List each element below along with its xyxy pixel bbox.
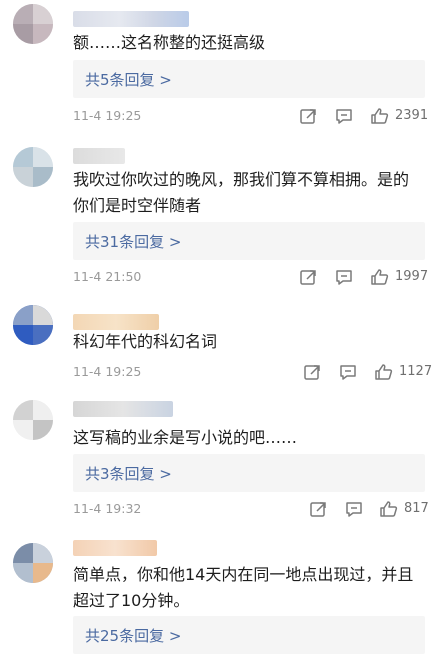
comment-text: 简单点，你和他14天内在同一地点出现过，并且 超过了10分钟。 (73, 562, 418, 614)
comment-text-line: 科幻年代的科幻名词 (73, 332, 218, 351)
comment-icon[interactable] (344, 499, 364, 519)
avatar[interactable] (13, 305, 53, 345)
comment-text-line: 额……这名称整的还挺高级 (73, 33, 266, 52)
like-count: 817 (404, 501, 429, 516)
username-blurred[interactable] (73, 11, 189, 27)
replies-box: 共5条回复 > (73, 60, 425, 98)
username-blurred[interactable] (73, 540, 157, 556)
timestamp: 11-4 19:32 (73, 501, 142, 516)
replies-box: 共25条回复 > (73, 616, 425, 654)
comment-text-line: 简单点，你和他14天内在同一地点出现过，并且 (73, 565, 414, 584)
view-replies-link[interactable]: 共25条回复 > (85, 625, 181, 646)
username-blurred[interactable] (73, 314, 159, 330)
comment-icon[interactable] (334, 267, 354, 287)
comment-meta: 11-4 19:32 817 (73, 499, 433, 521)
avatar[interactable] (13, 400, 53, 440)
replies-box: 共3条回复 > (73, 454, 425, 492)
view-replies-link[interactable]: 共3条回复 > (85, 463, 172, 484)
avatar[interactable] (13, 147, 53, 187)
share-icon[interactable] (308, 499, 328, 519)
comment-text: 额……这名称整的还挺高级 (73, 30, 418, 56)
timestamp: 11-4 19:25 (73, 364, 142, 379)
share-icon[interactable] (298, 106, 318, 126)
view-replies-link[interactable]: 共5条回复 > (85, 69, 172, 90)
like-count: 1997 (395, 269, 429, 284)
share-icon[interactable] (298, 267, 318, 287)
comment-text: 科幻年代的科幻名词 (73, 329, 418, 355)
comment-text: 这写稿的业余是写小说的吧…… (73, 425, 418, 451)
like-count: 2391 (395, 108, 429, 123)
username-blurred[interactable] (73, 148, 125, 164)
comment-text: 我吹过你吹过的晚风，那我们算不算相拥。是的 你们是时空伴随者 (73, 167, 418, 219)
avatar[interactable] (13, 4, 53, 44)
like-count: 1127 (399, 364, 433, 379)
share-icon[interactable] (302, 362, 322, 382)
comment-icon[interactable] (338, 362, 358, 382)
comment-text-line: 这写稿的业余是写小说的吧…… (73, 428, 298, 447)
comment-meta: 11-4 21:50 1997 (73, 267, 433, 289)
replies-box: 共31条回复 > (73, 222, 425, 260)
comment-meta: 11-4 19:25 1127 (73, 362, 433, 384)
avatar[interactable] (13, 543, 53, 583)
timestamp: 11-4 21:50 (73, 269, 142, 284)
thumbs-up-icon[interactable] (379, 499, 399, 519)
comment-text-line: 超过了10分钟。 (73, 591, 190, 610)
thumbs-up-icon[interactable] (370, 267, 390, 287)
timestamp: 11-4 19:25 (73, 108, 142, 123)
thumbs-up-icon[interactable] (374, 362, 394, 382)
comment-meta: 11-4 19:25 2391 (73, 106, 433, 128)
comment-icon[interactable] (334, 106, 354, 126)
comment-text-line: 你们是时空伴随者 (73, 196, 202, 215)
thumbs-up-icon[interactable] (370, 106, 390, 126)
comment-text-line: 我吹过你吹过的晚风，那我们算不算相拥。是的 (73, 170, 410, 189)
username-blurred[interactable] (73, 401, 173, 417)
view-replies-link[interactable]: 共31条回复 > (85, 231, 181, 252)
